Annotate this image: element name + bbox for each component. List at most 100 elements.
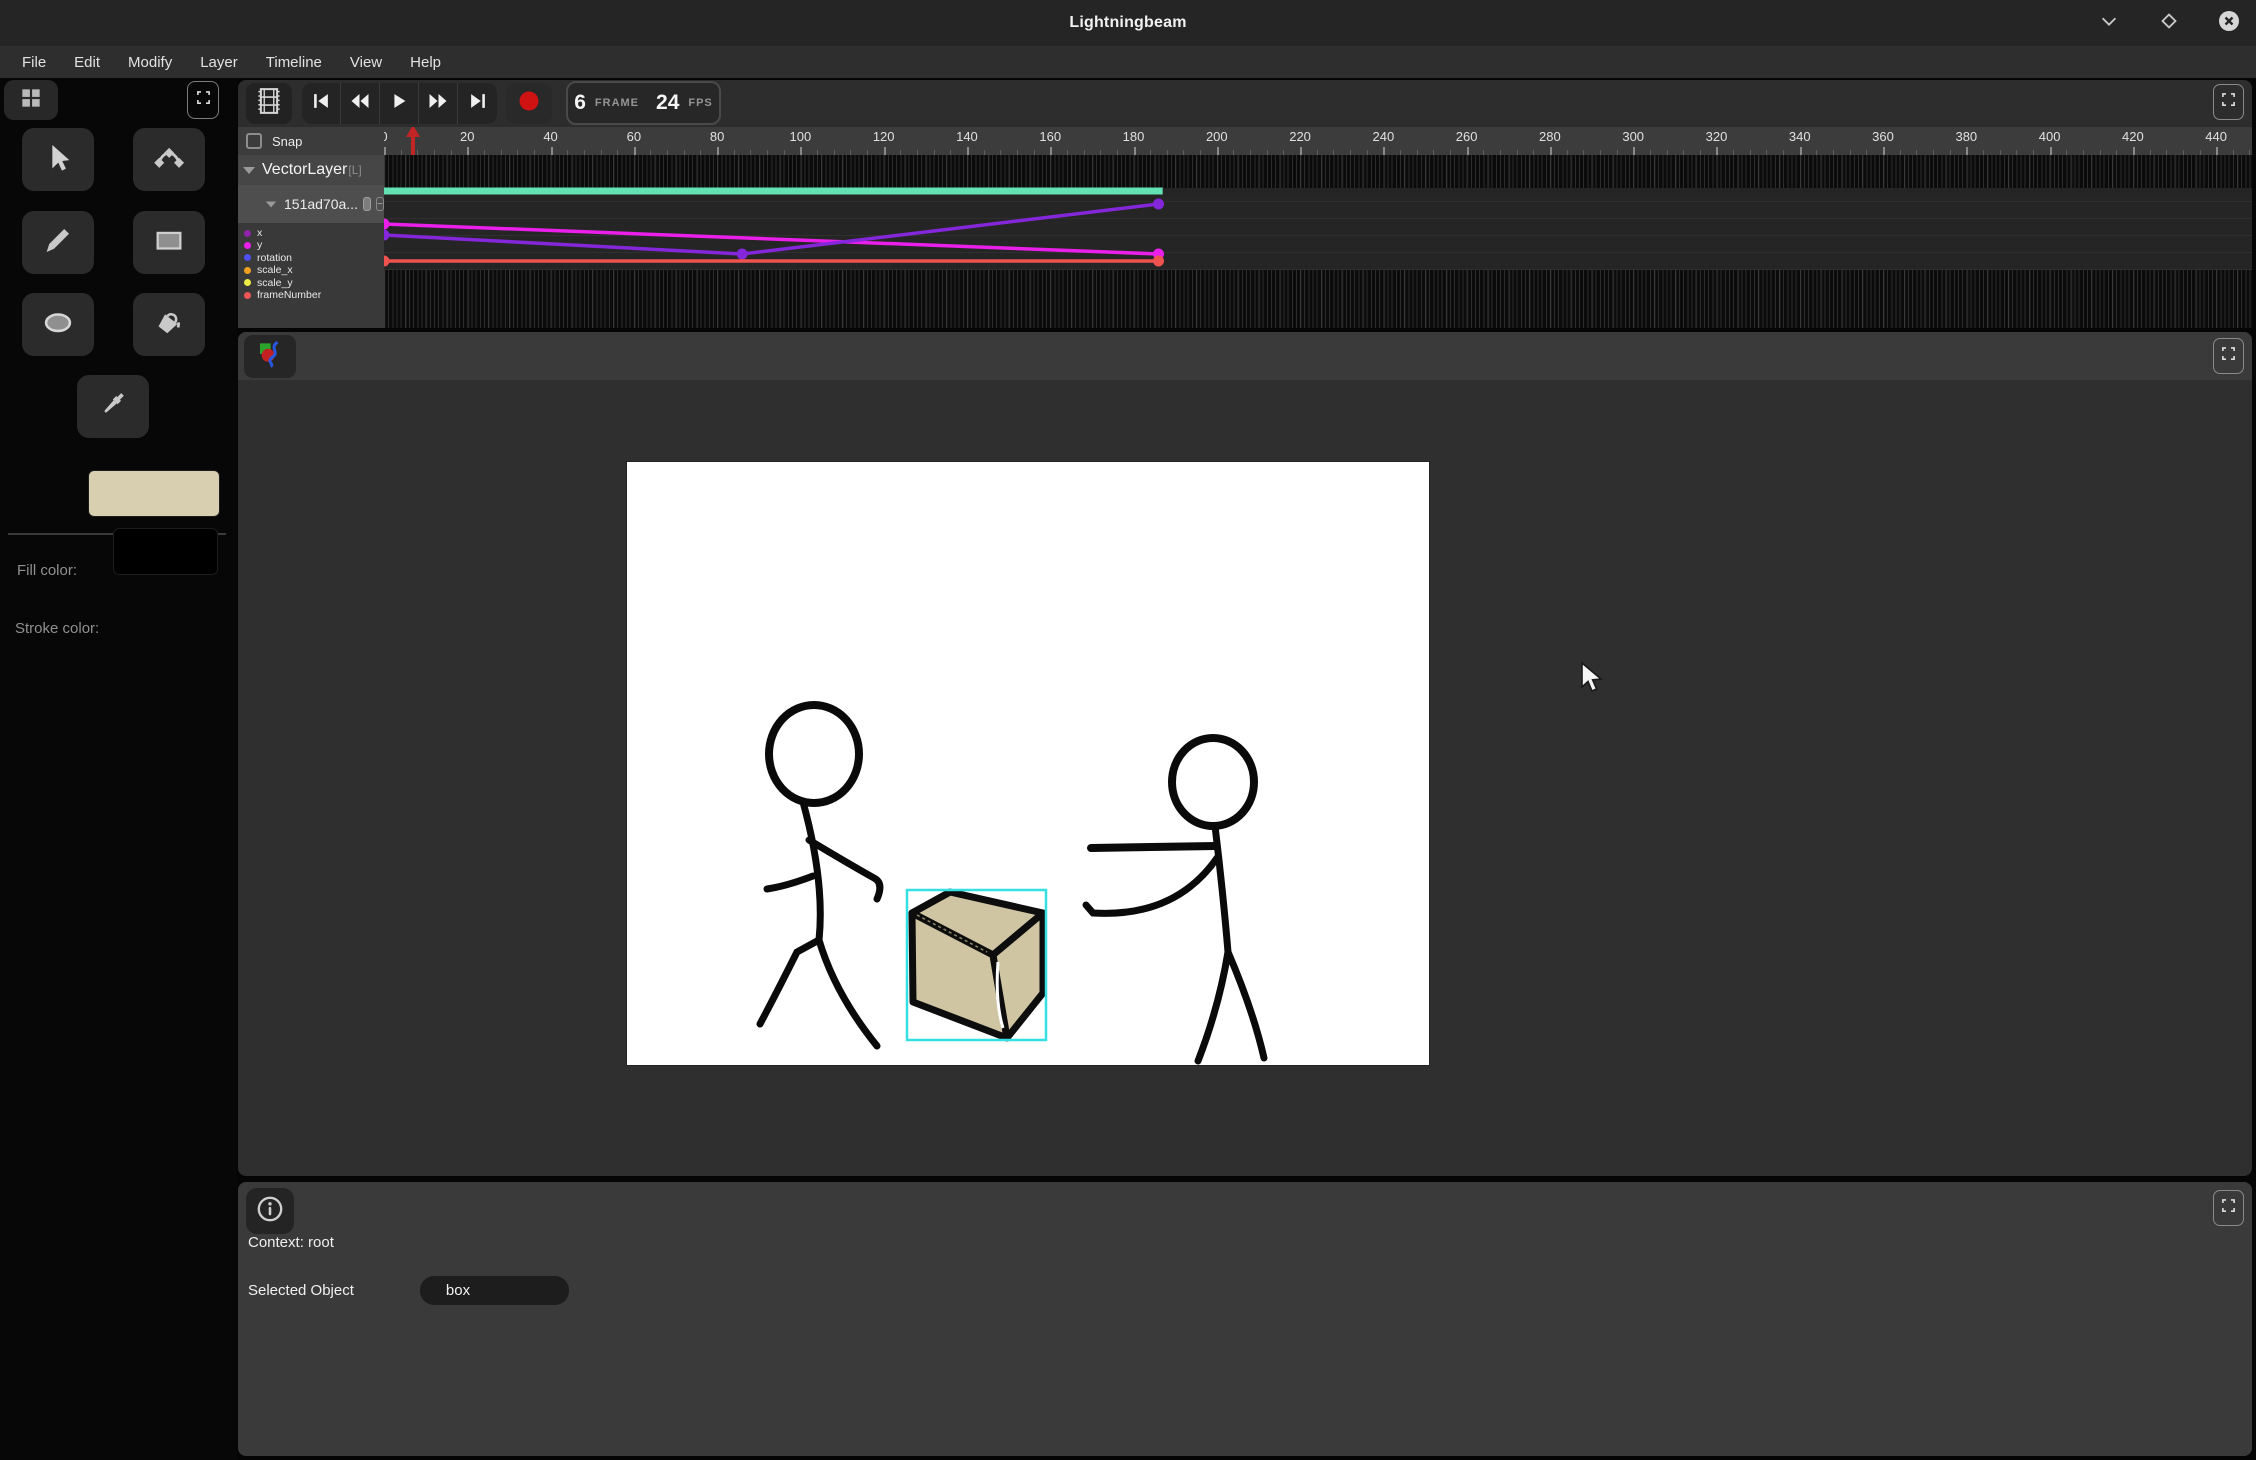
keyframe-dot-y[interactable] bbox=[384, 219, 390, 230]
ruler-label: 260 bbox=[1456, 129, 1478, 144]
keyframe-dot-x[interactable] bbox=[384, 230, 390, 241]
selected-object-row: Selected Object box bbox=[248, 1276, 569, 1305]
property-row-scale_y[interactable]: scale_y bbox=[238, 277, 384, 289]
ruler-label: 40 bbox=[543, 129, 557, 144]
ruler-label: 240 bbox=[1373, 129, 1395, 144]
stroke-color-swatch[interactable] bbox=[113, 528, 218, 575]
keyframe-dot-x[interactable] bbox=[1153, 199, 1164, 210]
select-tool-button[interactable] bbox=[22, 128, 94, 191]
property-row-y[interactable]: y bbox=[238, 239, 384, 251]
box-object bbox=[907, 890, 1046, 1040]
ruler-label: 360 bbox=[1872, 129, 1894, 144]
property-color-dot bbox=[244, 279, 251, 286]
ruler-label: 200 bbox=[1206, 129, 1228, 144]
transform-tool-button[interactable] bbox=[133, 128, 205, 191]
ruler-label: 100 bbox=[790, 129, 812, 144]
playhead[interactable] bbox=[406, 127, 420, 155]
layer-name: VectorLayer bbox=[262, 161, 347, 179]
timeline-ruler[interactable]: 0204060801001201401601802002202402602803… bbox=[384, 127, 2252, 155]
maximize-button[interactable] bbox=[2156, 10, 2182, 36]
canvas-drawing bbox=[627, 462, 1429, 1065]
keyframe-dot-frameNumber[interactable] bbox=[384, 256, 390, 267]
timeline-layer-column: Snap VectorLayer [L] 151ad70a... ~ xyrot… bbox=[238, 127, 384, 328]
ruler-major-tick bbox=[551, 147, 553, 155]
property-row-rotation[interactable]: rotation bbox=[238, 252, 384, 264]
canvas-expand-button[interactable] bbox=[2213, 338, 2244, 374]
keyframe-dot-x[interactable] bbox=[737, 249, 748, 260]
expand-icon bbox=[196, 90, 211, 110]
mouse-cursor bbox=[1580, 662, 1604, 699]
property-color-dot bbox=[244, 292, 251, 299]
selected-object-input[interactable]: box bbox=[420, 1276, 569, 1305]
skip-start-button[interactable] bbox=[302, 83, 341, 124]
snap-checkbox[interactable] bbox=[246, 133, 262, 149]
fps-value: 24 bbox=[656, 91, 679, 115]
object-collapse-icon[interactable] bbox=[266, 201, 276, 207]
draw-tool-button[interactable] bbox=[22, 211, 94, 274]
menu-item-layer[interactable]: Layer bbox=[190, 51, 248, 74]
canvas-panel bbox=[238, 332, 2252, 1176]
keyframe-span-bar[interactable] bbox=[384, 188, 1163, 195]
menu-item-file[interactable]: File bbox=[12, 51, 56, 74]
ruler-label: 380 bbox=[1955, 129, 1977, 144]
fill-color-swatch[interactable] bbox=[88, 470, 220, 517]
eyedropper-tool-button[interactable] bbox=[77, 375, 149, 438]
timeline-track-area[interactable] bbox=[384, 155, 2252, 328]
play-button[interactable] bbox=[380, 83, 419, 124]
menu-item-view[interactable]: View bbox=[340, 51, 392, 74]
layer-object-row[interactable]: 151ad70a... ~ bbox=[238, 185, 384, 223]
rewind-button[interactable] bbox=[341, 83, 380, 124]
status-expand-button[interactable] bbox=[2213, 1190, 2244, 1226]
property-row-scale_x[interactable]: scale_x bbox=[238, 264, 384, 276]
menubar: File Edit Modify Layer Timeline View Help bbox=[0, 46, 2256, 78]
property-row-x[interactable]: x bbox=[238, 227, 384, 239]
shapes-tool-button[interactable] bbox=[244, 335, 296, 378]
ruler-major-tick bbox=[1633, 147, 1635, 155]
chevron-down-icon bbox=[2098, 10, 2120, 37]
selected-object-label: Selected Object bbox=[248, 1282, 354, 1299]
keyframe-dot-frameNumber[interactable] bbox=[1153, 256, 1164, 267]
record-button[interactable] bbox=[506, 83, 552, 124]
info-button[interactable] bbox=[246, 1188, 294, 1234]
snap-label: Snap bbox=[272, 134, 302, 149]
property-row-frameNumber[interactable]: frameNumber bbox=[238, 289, 384, 301]
paint-bucket-icon bbox=[152, 305, 186, 344]
ruler-major-tick bbox=[2216, 147, 2218, 155]
ruler-major-tick bbox=[717, 147, 719, 155]
layer-collapse-icon[interactable] bbox=[243, 167, 255, 174]
ruler-label: 80 bbox=[710, 129, 724, 144]
stick-figure-left bbox=[760, 705, 880, 1046]
canvas-header bbox=[238, 332, 2252, 380]
minimize-button[interactable] bbox=[2096, 10, 2122, 36]
animation-curves bbox=[384, 155, 2252, 328]
sidebar-expand-button[interactable] bbox=[187, 81, 219, 119]
fps-unit-label: FPS bbox=[688, 97, 712, 109]
paint-bucket-tool-button[interactable] bbox=[133, 293, 205, 356]
ellipse-tool-button[interactable] bbox=[22, 293, 94, 356]
ruler-major-tick bbox=[384, 147, 386, 155]
timeline-expand-button[interactable] bbox=[2213, 84, 2244, 120]
fast-forward-button[interactable] bbox=[419, 83, 458, 124]
property-name: scale_y bbox=[257, 278, 293, 289]
ruler-major-tick bbox=[2050, 147, 2052, 155]
menu-item-help[interactable]: Help bbox=[400, 51, 451, 74]
close-button[interactable] bbox=[2216, 10, 2242, 36]
film-strip-button[interactable] bbox=[246, 83, 292, 124]
property-color-dot bbox=[244, 230, 251, 237]
rectangle-tool-button[interactable] bbox=[133, 211, 205, 274]
object-fill-toggle-button[interactable] bbox=[363, 197, 371, 211]
skip-end-button[interactable] bbox=[458, 83, 497, 124]
ruler-major-tick bbox=[1883, 147, 1885, 155]
tool-grid-button[interactable] bbox=[4, 80, 58, 120]
ruler-major-tick bbox=[1300, 147, 1302, 155]
menu-item-timeline[interactable]: Timeline bbox=[256, 51, 332, 74]
object-curve-toggle-button[interactable]: ~ bbox=[376, 197, 384, 211]
frame-unit-label: FRAME bbox=[595, 97, 639, 109]
drawing-canvas[interactable] bbox=[627, 462, 1429, 1065]
menu-item-edit[interactable]: Edit bbox=[64, 51, 110, 74]
menu-item-modify[interactable]: Modify bbox=[118, 51, 182, 74]
ruler-major-tick bbox=[967, 147, 969, 155]
transport-controls bbox=[302, 83, 497, 124]
ruler-major-tick bbox=[2133, 147, 2135, 155]
layer-row[interactable]: VectorLayer [L] bbox=[238, 155, 384, 185]
